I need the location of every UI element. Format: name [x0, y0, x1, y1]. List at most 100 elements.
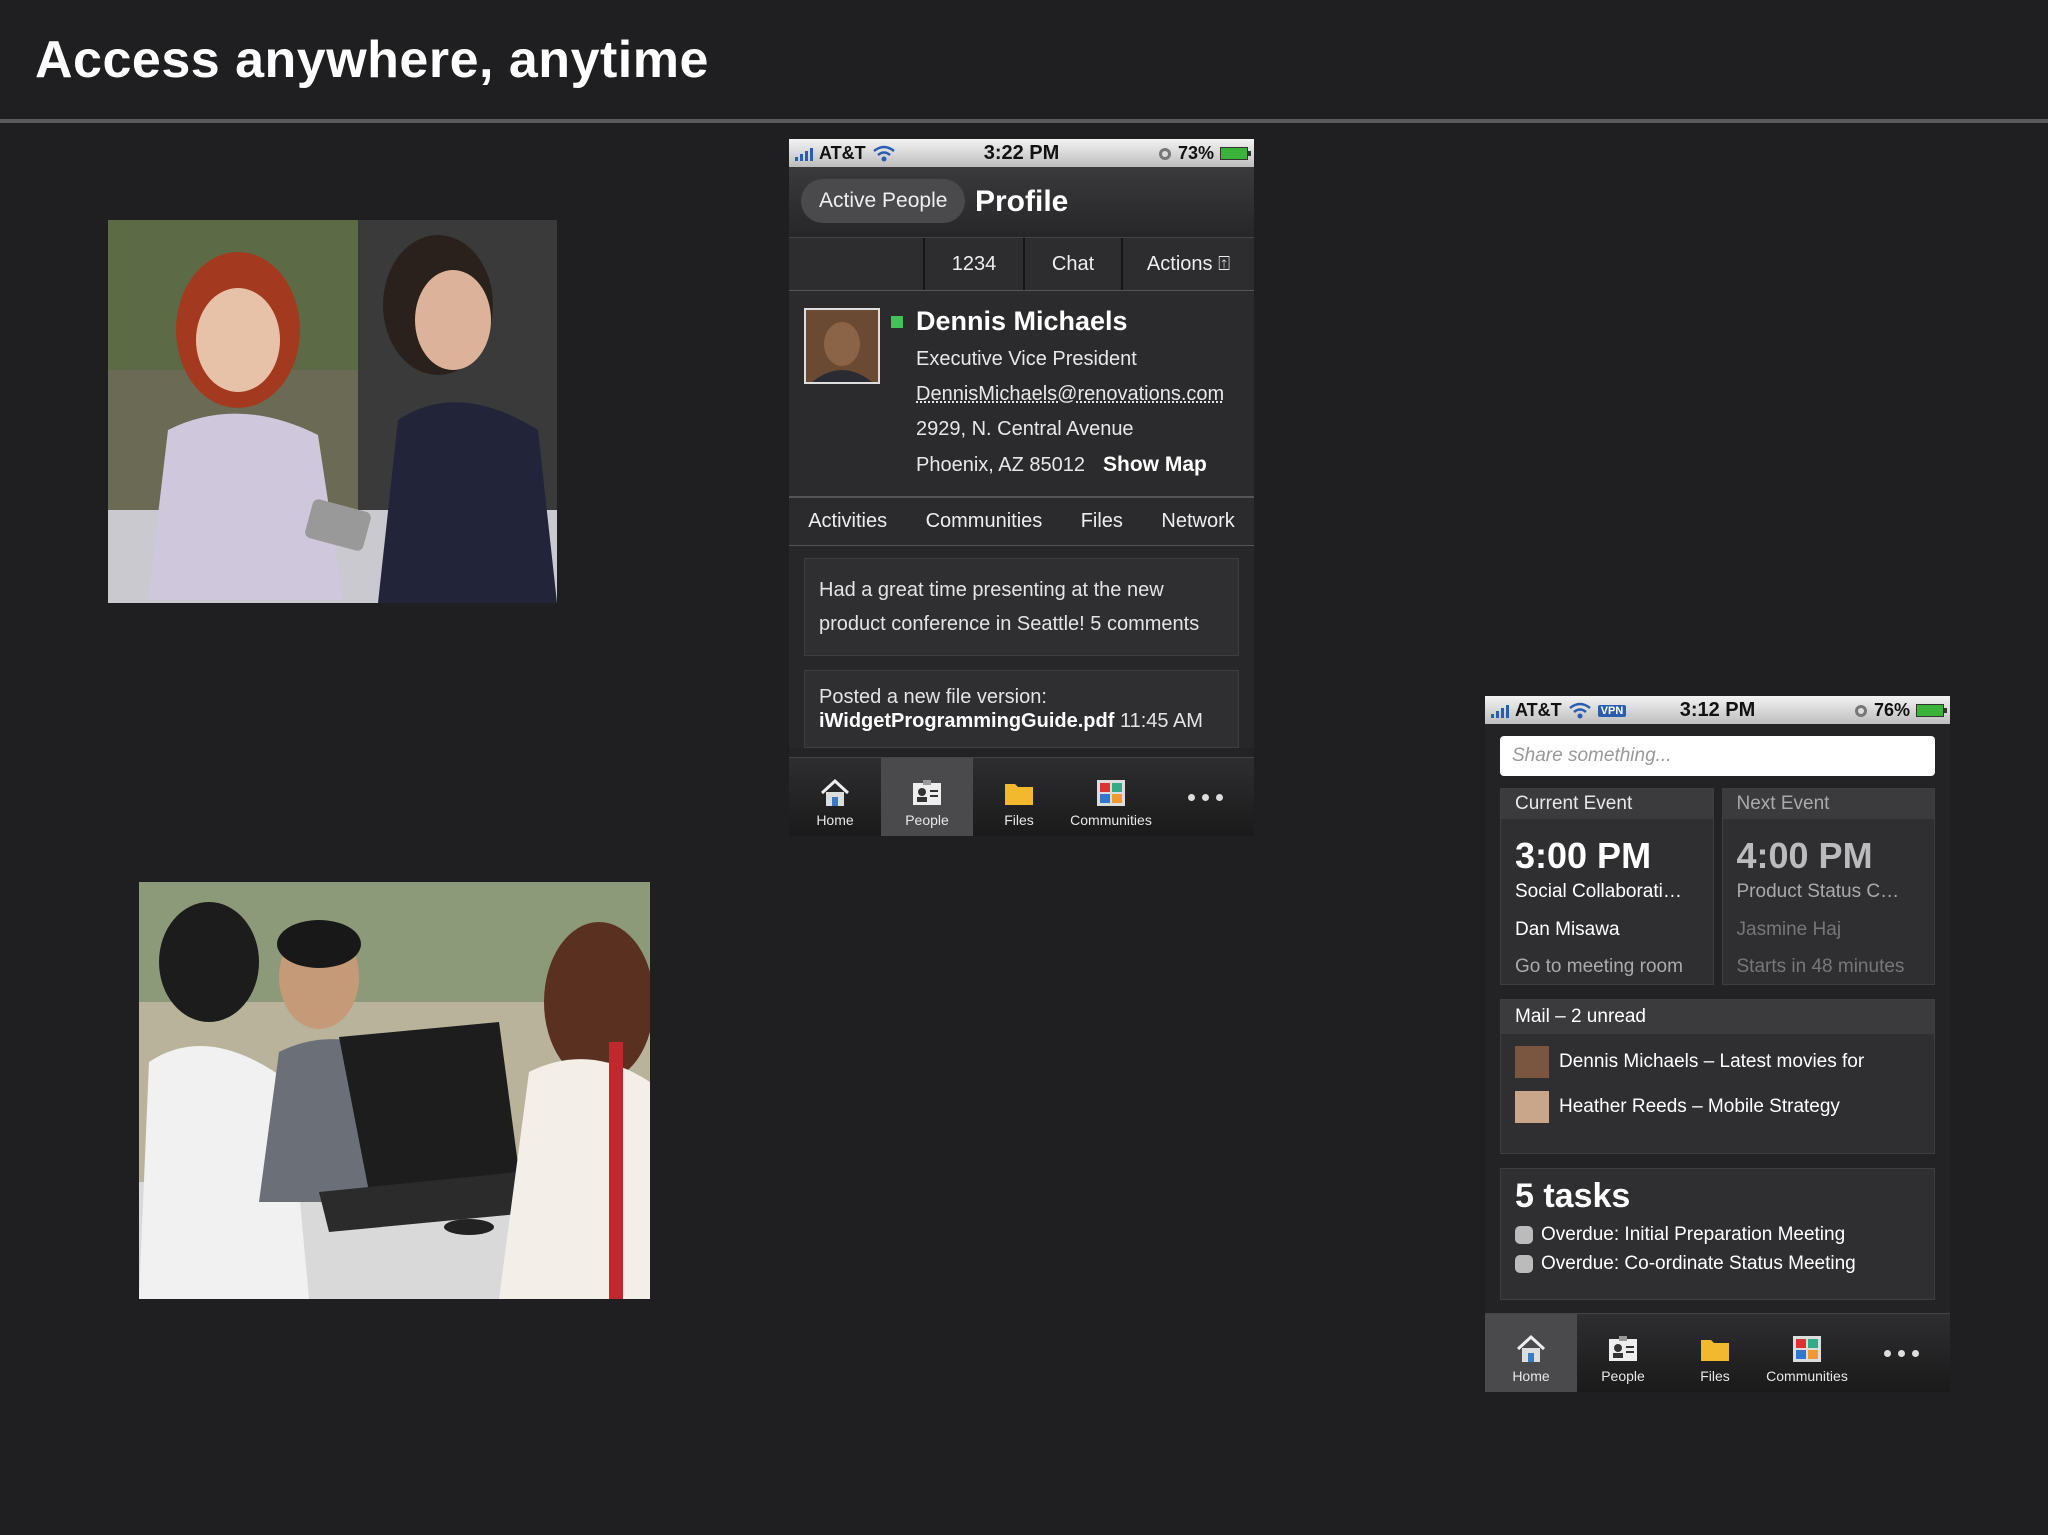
profile-name: Dennis Michaels [916, 306, 1128, 336]
task-item[interactable]: Overdue: Initial Preparation Meeting [1515, 1224, 1845, 1246]
tabbar-files[interactable]: Files [1669, 1314, 1761, 1392]
back-button-active-people[interactable]: Active People [801, 179, 966, 223]
battery-icon [1916, 704, 1947, 717]
profile-address-line1: 2929, N. Central Avenue [916, 418, 1134, 440]
current-event-time: 3:00 PM [1515, 835, 1652, 876]
tab-activities[interactable]: Activities [808, 510, 887, 533]
folder-icon [1005, 784, 1033, 805]
tabbar-files-label: Files [1700, 1368, 1730, 1384]
go-to-meeting-room-link[interactable]: Go to meeting room [1515, 956, 1705, 978]
current-event-title: Social Collaborati… [1515, 881, 1682, 902]
next-event-time: 4:00 PM [1736, 835, 1873, 876]
nav-title: Profile [975, 185, 1069, 218]
tabbar-files-label: Files [1004, 812, 1034, 828]
feed-file-time: 11:45 AM [1119, 710, 1203, 732]
folder-icon [1701, 1340, 1729, 1361]
battery-percent: 73% [1177, 143, 1214, 163]
next-event-title: Product Status C… [1736, 881, 1900, 902]
tabbar-people-label: People [1601, 1368, 1645, 1384]
people-card-icon [913, 780, 941, 805]
tabbar-communities[interactable]: Communities [1761, 1314, 1853, 1392]
feed-item[interactable]: Had a great time presenting at the new p… [804, 558, 1239, 656]
next-event-card[interactable]: Next Event 4:00 PM Product Status C… Jas… [1721, 788, 1935, 985]
status-bar: AT&T VPN 3:12 PM 76% [1485, 696, 1950, 724]
current-event-header: Current Event [1501, 789, 1713, 819]
tasks-widget: 5 tasks Overdue: Initial Preparation Mee… [1500, 1168, 1935, 1300]
photo-women-with-phone [108, 220, 557, 603]
profile-action-bar: 1234 Chat Actions ⍐ [789, 238, 1254, 291]
battery-icon [1220, 147, 1251, 160]
feed-item-file[interactable]: Posted a new file version: iWidgetProgra… [804, 670, 1239, 748]
next-event-countdown: Starts in 48 minutes [1736, 956, 1905, 977]
tabbar-home[interactable]: Home [789, 758, 881, 836]
photo-team-with-laptop [139, 882, 650, 1299]
tabbar-home-label: Home [1512, 1368, 1550, 1384]
communities-icon [1097, 780, 1125, 806]
profile-card: Dennis Michaels Executive Vice President… [789, 291, 1254, 498]
tabbar-files[interactable]: Files [973, 758, 1065, 836]
mail-header[interactable]: Mail – 2 unread [1501, 1000, 1934, 1034]
mail-item-text: Heather Reeds – Mobile Strategy [1559, 1096, 1840, 1117]
more-icon[interactable] [1157, 758, 1254, 836]
phone-profile-screen: AT&T 3:22 PM 73% Active People Profile 1… [789, 139, 1254, 836]
events-row: Current Event 3:00 PM Social Collaborati… [1500, 788, 1935, 985]
feed-file-name: iWidgetProgrammingGuide.pdf [819, 710, 1115, 732]
task-checkbox[interactable] [1515, 1255, 1533, 1273]
avatar [1515, 1091, 1549, 1123]
tab-files[interactable]: Files [1081, 510, 1123, 533]
profile-tabs: Activities Communities Files Network [789, 498, 1254, 546]
tab-network[interactable]: Network [1161, 510, 1234, 533]
next-event-person: Jasmine Haj [1736, 919, 1842, 940]
mail-item-text: Dennis Michaels – Latest movies for [1559, 1051, 1865, 1072]
actions-button[interactable]: Actions ⍐ [1121, 238, 1254, 290]
avatar [804, 308, 880, 384]
mail-item[interactable]: Heather Reeds – Mobile Strategy [1515, 1091, 1840, 1123]
tabbar-people[interactable]: People [881, 758, 973, 836]
battery-percent: 76% [1873, 700, 1910, 720]
navigation-bar: Active People Profile [789, 167, 1254, 238]
next-event-header: Next Event [1722, 789, 1934, 819]
mail-widget: Mail – 2 unread Dennis Michaels – Latest… [1500, 999, 1935, 1154]
address-city: Phoenix, AZ 85012 [916, 454, 1086, 476]
tabbar-home[interactable]: Home [1485, 1314, 1577, 1392]
phone-home-screen: AT&T VPN 3:12 PM 76% Share something... … [1485, 696, 1950, 1392]
tab-bar: Home People Files Communities [1485, 1313, 1950, 1392]
lock-rotation-icon [1158, 147, 1171, 160]
task-item-text: Overdue: Co-ordinate Status Meeting [1541, 1253, 1856, 1274]
tasks-header[interactable]: 5 tasks [1515, 1177, 1630, 1216]
tabbar-people-label: People [905, 812, 949, 828]
tab-communities[interactable]: Communities [926, 510, 1043, 533]
show-map-link[interactable]: Show Map [1103, 453, 1207, 476]
current-event-card[interactable]: Current Event 3:00 PM Social Collaborati… [1500, 788, 1714, 985]
feed-file-prefix: Posted a new file version: [819, 686, 1047, 708]
status-bar: AT&T 3:22 PM 73% [789, 139, 1254, 167]
people-card-icon [1609, 1336, 1637, 1361]
presence-available-icon [891, 316, 903, 328]
profile-email-link[interactable]: DennisMichaels@renovations.com [916, 383, 1224, 406]
title-divider [0, 119, 2048, 123]
tabbar-communities-label: Communities [1766, 1368, 1848, 1384]
tabbar-communities[interactable]: Communities [1065, 758, 1157, 836]
tabbar-home-label: Home [816, 812, 854, 828]
lock-rotation-icon [1854, 704, 1867, 717]
profile-address-line2: Phoenix, AZ 85012 Show Map [916, 453, 1207, 477]
more-icon[interactable] [1853, 1314, 1950, 1392]
tabbar-people[interactable]: People [1577, 1314, 1669, 1392]
mail-item[interactable]: Dennis Michaels – Latest movies for [1515, 1046, 1864, 1078]
communities-icon [1793, 1336, 1821, 1362]
segment-spacer [789, 238, 923, 290]
tab-bar: Home People Files Communities [789, 757, 1254, 836]
task-item-text: Overdue: Initial Preparation Meeting [1541, 1224, 1846, 1245]
profile-job-title: Executive Vice President [916, 348, 1137, 370]
share-input[interactable]: Share something... [1500, 736, 1935, 776]
slide-title: Access anywhere, anytime [35, 31, 709, 89]
home-icon [1516, 1334, 1546, 1362]
task-item[interactable]: Overdue: Co-ordinate Status Meeting [1515, 1253, 1856, 1275]
current-event-person: Dan Misawa [1515, 919, 1620, 940]
call-extension-button[interactable]: 1234 [923, 238, 1023, 290]
task-checkbox[interactable] [1515, 1226, 1533, 1244]
avatar [1515, 1046, 1549, 1078]
chat-button[interactable]: Chat [1023, 238, 1121, 290]
activity-feed: Had a great time presenting at the new p… [789, 546, 1254, 748]
tabbar-communities-label: Communities [1070, 812, 1152, 828]
